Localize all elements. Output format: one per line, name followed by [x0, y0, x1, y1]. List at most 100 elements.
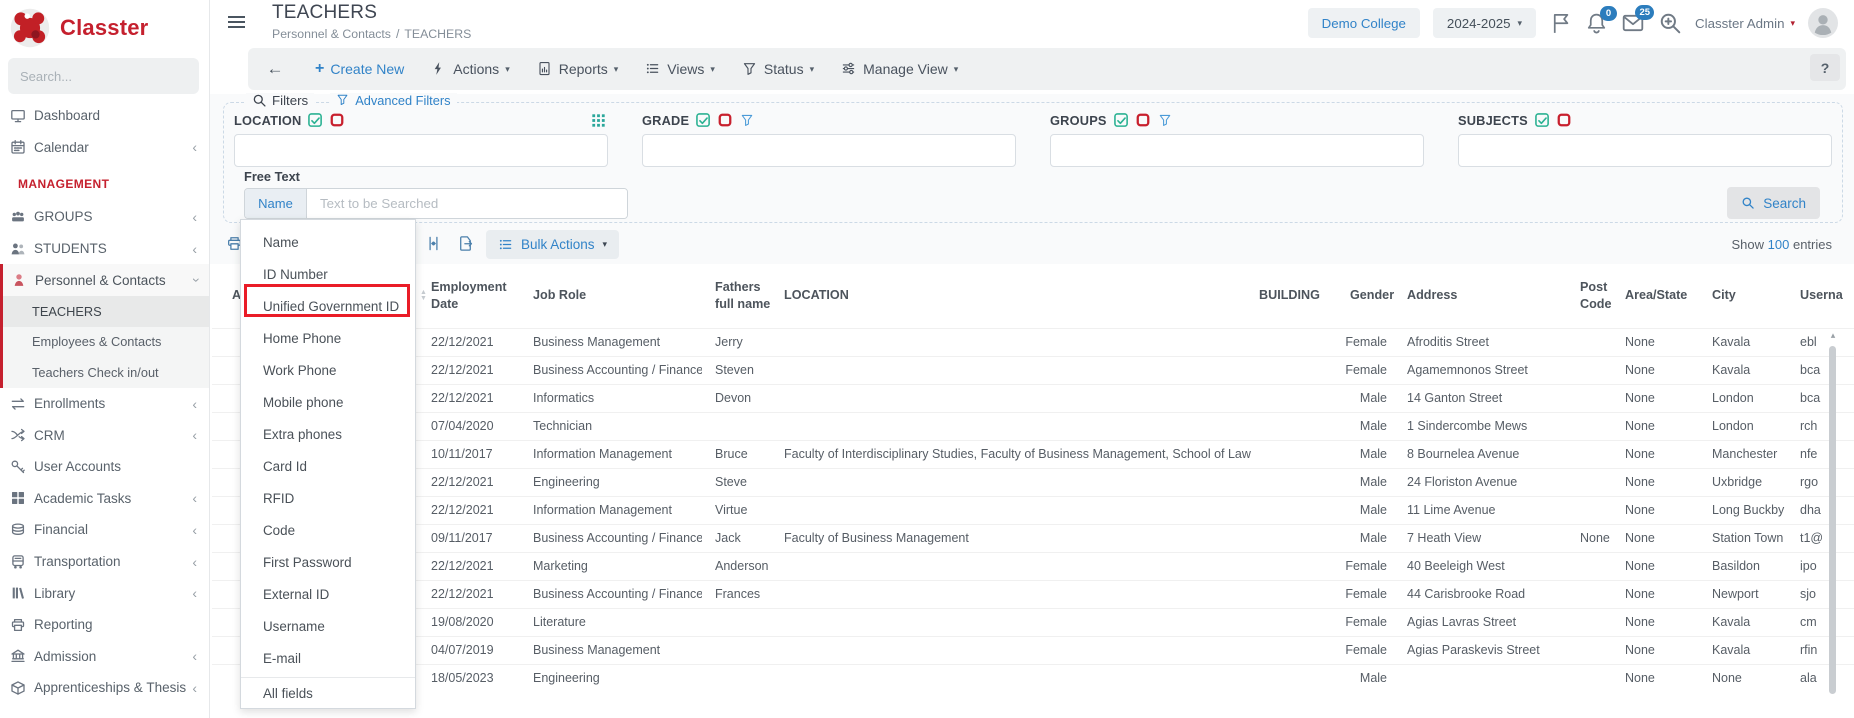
messages-button[interactable]: 25 — [1621, 11, 1645, 35]
scroll-up-icon[interactable]: ▴ — [1828, 330, 1838, 344]
bulk-actions-button[interactable]: Bulk Actions▾ — [486, 230, 619, 259]
breadcrumb-item[interactable]: Personnel & Contacts — [272, 27, 391, 41]
reports-menu-button[interactable]: Reports▾ — [537, 61, 619, 77]
table-row[interactable]: 19/08/2020LiteratureFemaleAgias Lavras S… — [212, 608, 1854, 636]
status-menu-button[interactable]: Status▾ — [742, 61, 814, 77]
dropdown-item-first-password[interactable]: First Password — [241, 547, 415, 579]
table-row[interactable]: e04/07/2019Business ManagementFemaleAgia… — [212, 636, 1854, 664]
sidebar-item-personnel-contacts[interactable]: Personnel & Contacts‹ — [3, 264, 209, 296]
sort-icon[interactable]: ▲▼ — [420, 290, 427, 302]
dropdown-item-all-fields[interactable]: All fields — [241, 677, 415, 709]
user-menu[interactable]: Classter Admin▾ — [1695, 16, 1795, 31]
dropdown-item-rfid[interactable]: RFID — [241, 483, 415, 515]
sidebar-item-apprenticeships-thesis[interactable]: Apprenticeships & Thesis‹ — [0, 672, 209, 704]
filter-input-groups[interactable] — [1050, 134, 1424, 167]
avatar[interactable] — [1808, 8, 1838, 38]
table-row[interactable]: 22/12/2021MarketingAndersonFemale40 Beel… — [212, 552, 1854, 580]
sidebar-item-calendar[interactable]: Calendar‹ — [0, 132, 209, 164]
select-check-icon[interactable] — [696, 113, 711, 128]
search-button[interactable]: Search — [1727, 187, 1820, 219]
manage-view-button[interactable]: Manage View▾ — [841, 61, 958, 77]
sidebar-search-input[interactable] — [8, 58, 199, 94]
dropdown-item-mobile-phone[interactable]: Mobile phone — [241, 387, 415, 419]
dropdown-item-card-id[interactable]: Card Id — [241, 451, 415, 483]
table-row[interactable]: 09/11/2017Business Accounting / FinanceJ… — [212, 524, 1854, 552]
table-row[interactable]: 22/12/2021Business Accounting / FinanceS… — [212, 356, 1854, 384]
sidebar-item-transportation[interactable]: Transportation‹ — [0, 546, 209, 578]
deselect-square-icon[interactable] — [1557, 113, 1572, 128]
table-row[interactable]: 18/05/2023EngineeringMaleNoneNoneala — [212, 664, 1854, 692]
notifications-button[interactable]: 0 — [1585, 12, 1608, 35]
collapse-columns-icon[interactable] — [425, 235, 442, 252]
select-check-icon[interactable] — [1114, 113, 1129, 128]
select-check-icon[interactable] — [308, 113, 323, 128]
zoom-icon[interactable] — [1658, 11, 1682, 35]
table-row[interactable]: 22/12/2021Business ManagementJerryFemale… — [212, 328, 1854, 356]
deselect-square-icon[interactable] — [330, 113, 345, 128]
column-header-area-state[interactable]: Area/State — [1617, 264, 1702, 328]
sidebar-item-enrollments[interactable]: Enrollments‹ — [0, 388, 209, 420]
logo[interactable]: Classter — [0, 0, 209, 56]
sidebar-subitem-employees-contacts[interactable]: Employees & Contacts — [3, 327, 209, 358]
dropdown-item-username[interactable]: Username — [241, 611, 415, 643]
column-header-building[interactable]: BUILDING — [1247, 264, 1342, 328]
sidebar-item-students[interactable]: STUDENTS‹ — [0, 233, 209, 265]
dropdown-item-extra-phones[interactable]: Extra phones — [241, 419, 415, 451]
sidebar-item-academic-tasks[interactable]: Academic Tasks‹ — [0, 483, 209, 515]
advanced-filters-link[interactable]: Advanced Filters — [330, 93, 456, 108]
entries-count[interactable]: 100 — [1768, 237, 1790, 252]
dropdown-item-code[interactable]: Code — [241, 515, 415, 547]
menu-toggle-button[interactable] — [228, 16, 246, 30]
filter-input-location[interactable] — [234, 134, 608, 167]
table-row[interactable]: 22/12/2021Information ManagementVirtueMa… — [212, 496, 1854, 524]
column-header-address[interactable]: Address — [1397, 264, 1572, 328]
scrollbar-thumb[interactable] — [1829, 346, 1836, 694]
help-button[interactable]: ? — [1810, 54, 1840, 81]
column-header-employment-date[interactable]: Employment Date▲▼ — [417, 264, 517, 328]
column-header-location[interactable]: LOCATION — [782, 264, 1247, 328]
filter-funnel-icon[interactable] — [740, 113, 755, 128]
sidebar-search[interactable] — [8, 58, 199, 94]
export-icon[interactable] — [457, 235, 474, 252]
filter-input-subjects[interactable] — [1458, 134, 1832, 167]
dropdown-item-external-id[interactable]: External ID — [241, 579, 415, 611]
sidebar-item-user-accounts[interactable]: User Accounts — [0, 451, 209, 483]
sidebar-item-dashboard[interactable]: Dashboard — [0, 100, 209, 132]
search-field-selector[interactable]: Name — [245, 189, 307, 218]
sidebar-item-reporting[interactable]: Reporting — [0, 609, 209, 641]
deselect-square-icon[interactable] — [1136, 113, 1151, 128]
dropdown-item-work-phone[interactable]: Work Phone — [241, 355, 415, 387]
views-menu-button[interactable]: Views▾ — [645, 61, 715, 77]
deselect-square-icon[interactable] — [718, 113, 733, 128]
sidebar-item-financial[interactable]: Financial‹ — [0, 514, 209, 546]
dropdown-item-name[interactable]: Name — [241, 227, 415, 259]
dropdown-item-e-mail[interactable]: E-mail — [241, 643, 415, 675]
year-selector[interactable]: 2024-2025▾ — [1433, 8, 1536, 38]
create-new-button[interactable]: +Create New — [315, 60, 404, 78]
sidebar-item-library[interactable]: Library‹ — [0, 577, 209, 609]
flag-icon[interactable] — [1549, 12, 1572, 35]
column-header-userna[interactable]: Userna — [1792, 264, 1854, 328]
actions-menu-button[interactable]: Actions▾ — [431, 61, 509, 77]
filter-funnel-icon[interactable] — [1158, 113, 1173, 128]
column-header-city[interactable]: City — [1702, 264, 1792, 328]
back-button[interactable]: ← — [262, 56, 288, 82]
table-row[interactable]: 22/12/2021EngineeringSteveMale24 Florist… — [212, 468, 1854, 496]
column-header-gender[interactable]: Gender — [1342, 264, 1397, 328]
sidebar-subitem-teachers[interactable]: TEACHERS — [3, 296, 209, 327]
dropdown-item-unified-government-id[interactable]: Unified Government ID — [241, 291, 415, 323]
sidebar-subitem-teachers-check-in-out[interactable]: Teachers Check in/out — [3, 357, 209, 388]
select-check-icon[interactable] — [1535, 113, 1550, 128]
sidebar-item-admission[interactable]: Admission‹ — [0, 641, 209, 673]
table-row[interactable]: 22/12/2021InformaticsDevonMale14 Ganton … — [212, 384, 1854, 412]
dropdown-item-id-number[interactable]: ID Number — [241, 259, 415, 291]
grid-icon[interactable] — [591, 113, 606, 128]
table-row[interactable]: 10/11/2017Information ManagementBruceFac… — [212, 440, 1854, 468]
college-button[interactable]: Demo College — [1308, 8, 1420, 38]
sidebar-item-groups[interactable]: GROUPS‹ — [0, 201, 209, 233]
sidebar-item-crm[interactable]: CRM‹ — [0, 419, 209, 451]
table-scrollbar[interactable]: ▴ — [1828, 330, 1838, 718]
free-text-input[interactable] — [307, 189, 627, 218]
dropdown-item-home-phone[interactable]: Home Phone — [241, 323, 415, 355]
table-row[interactable]: 22/12/2021Business Accounting / FinanceF… — [212, 580, 1854, 608]
